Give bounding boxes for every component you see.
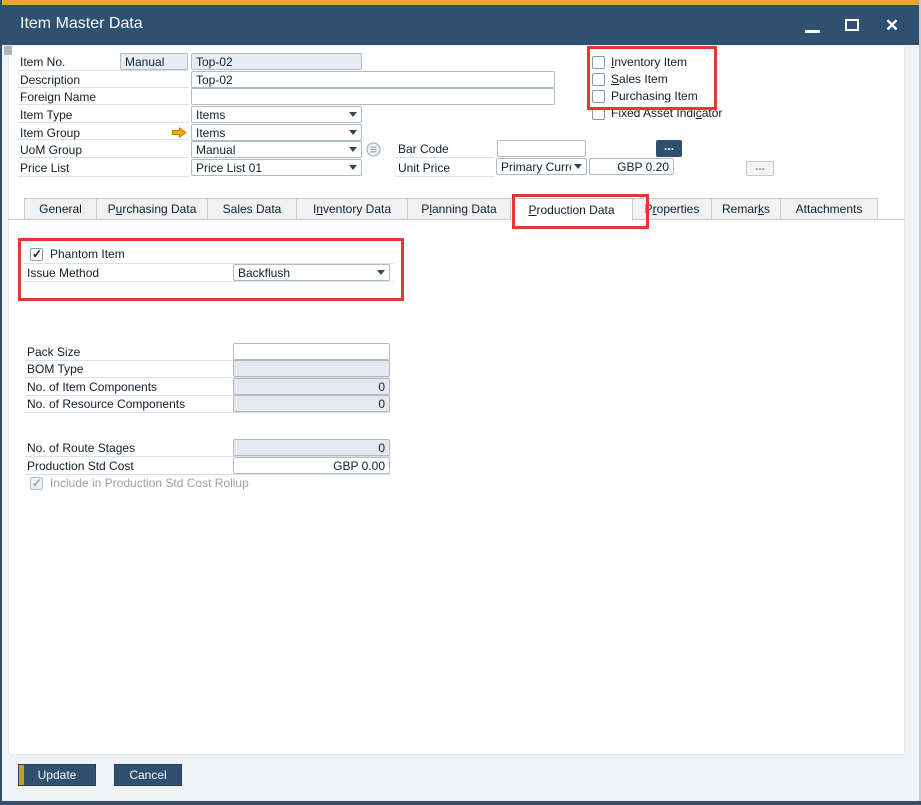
description-input[interactable]: Top-02 [191,71,555,88]
window-border-left [0,0,2,805]
pack-size-input[interactable] [233,343,390,360]
sales-item-label: Sales Item [611,72,668,86]
price-list-label: Price List [20,161,69,175]
production-std-cost-label: Production Std Cost [27,459,134,473]
minimize-icon [805,30,820,33]
minimize-button[interactable] [799,12,825,38]
tab-planning-data[interactable]: Planning Data [407,198,511,220]
tab-inventory-data[interactable]: Inventory Data [296,198,408,220]
sales-item-checkbox[interactable] [592,73,605,86]
tab-bar: General Purchasing Data Sales Data Inven… [8,198,905,220]
route-stages-field: 0 [233,439,390,456]
item-no-input[interactable]: Top-02 [191,53,362,70]
item-type-select[interactable]: Items [191,106,362,123]
bom-type-field [233,360,390,377]
tab-general[interactable]: General [24,198,97,220]
bar-code-ellipsis-button[interactable]: ... [656,140,682,157]
foreign-name-input[interactable] [191,88,555,105]
issue-method-label: Issue Method [27,266,99,280]
chevron-down-icon [349,147,357,152]
item-no-series-field[interactable]: Manual [120,53,188,70]
phantom-item-checkbox[interactable] [30,248,43,261]
item-group-select[interactable]: Items [191,124,362,141]
purchasing-item-checkbox[interactable] [592,90,605,103]
fixed-asset-indicator-checkbox[interactable] [592,107,605,120]
bar-code-input[interactable] [497,140,586,157]
close-button[interactable]: ✕ [879,12,905,38]
bom-type-label: BOM Type [27,362,83,376]
item-group-label: Item Group [20,126,80,140]
pack-size-label: Pack Size [27,345,80,359]
update-button[interactable]: Update [18,764,96,786]
uom-group-select[interactable]: Manual [191,141,362,158]
uom-list-icon[interactable] [366,142,381,157]
tab-attachments[interactable]: Attachments [780,198,878,220]
issue-method-select[interactable]: Backflush [233,264,390,281]
resize-grip [4,46,12,55]
tab-purchasing-data[interactable]: Purchasing Data [96,198,208,220]
inventory-item-label: Inventory Item [611,55,687,69]
item-master-data-window: Item Master Data ✕ Item No. Manual Top-0… [0,0,921,805]
tab-production-data[interactable]: Production Data [510,198,633,221]
foreign-name-label: Foreign Name [20,90,96,104]
item-type-label: Item Type [20,108,72,122]
link-arrow-icon[interactable] [172,127,187,138]
bar-code-label: Bar Code [398,142,449,156]
unit-price-ellipsis-button[interactable]: ... [746,161,774,176]
route-stages-label: No. of Route Stages [27,441,135,455]
inventory-item-checkbox[interactable] [592,56,605,69]
unit-price-input[interactable]: GBP 0.20 [589,158,674,175]
uom-group-label: UoM Group [20,143,82,157]
std-cost-rollup-checkbox [30,477,43,490]
update-accent-bar [19,765,24,785]
production-std-cost-input[interactable]: GBP 0.00 [233,457,390,474]
maximize-button[interactable] [839,12,865,38]
close-icon: ✕ [885,17,899,34]
tab-remarks[interactable]: Remarks [711,198,781,220]
purchasing-item-label: Purchasing Item [611,89,698,103]
title-bar: Item Master Data ✕ [0,5,921,45]
chevron-down-icon [574,164,582,169]
tab-sales-data[interactable]: Sales Data [207,198,297,220]
unit-price-label: Unit Price [398,161,450,175]
std-cost-rollup-label: Include in Production Std Cost Rollup [50,476,249,490]
resource-components-label: No. of Resource Components [27,397,185,411]
chevron-down-icon [349,130,357,135]
item-components-field: 0 [233,378,390,395]
window-border-bottom [0,801,921,805]
window-title: Item Master Data [20,15,143,33]
chevron-down-icon [349,112,357,117]
maximize-icon [845,19,859,31]
item-components-label: No. of Item Components [27,380,157,394]
fixed-asset-indicator-label: Fixed Asset Indicator [611,106,722,120]
chevron-down-icon [377,270,385,275]
tab-properties[interactable]: Properties [632,198,712,220]
resource-components-field: 0 [233,395,390,412]
price-list-select[interactable]: Price List 01 [191,159,362,176]
phantom-item-label: Phantom Item [50,247,125,261]
cancel-button[interactable]: Cancel [114,764,182,786]
item-no-label: Item No. [20,55,65,69]
unit-price-currency-select[interactable]: Primary Currer [496,158,587,175]
chevron-down-icon [349,165,357,170]
description-label: Description [20,73,80,87]
